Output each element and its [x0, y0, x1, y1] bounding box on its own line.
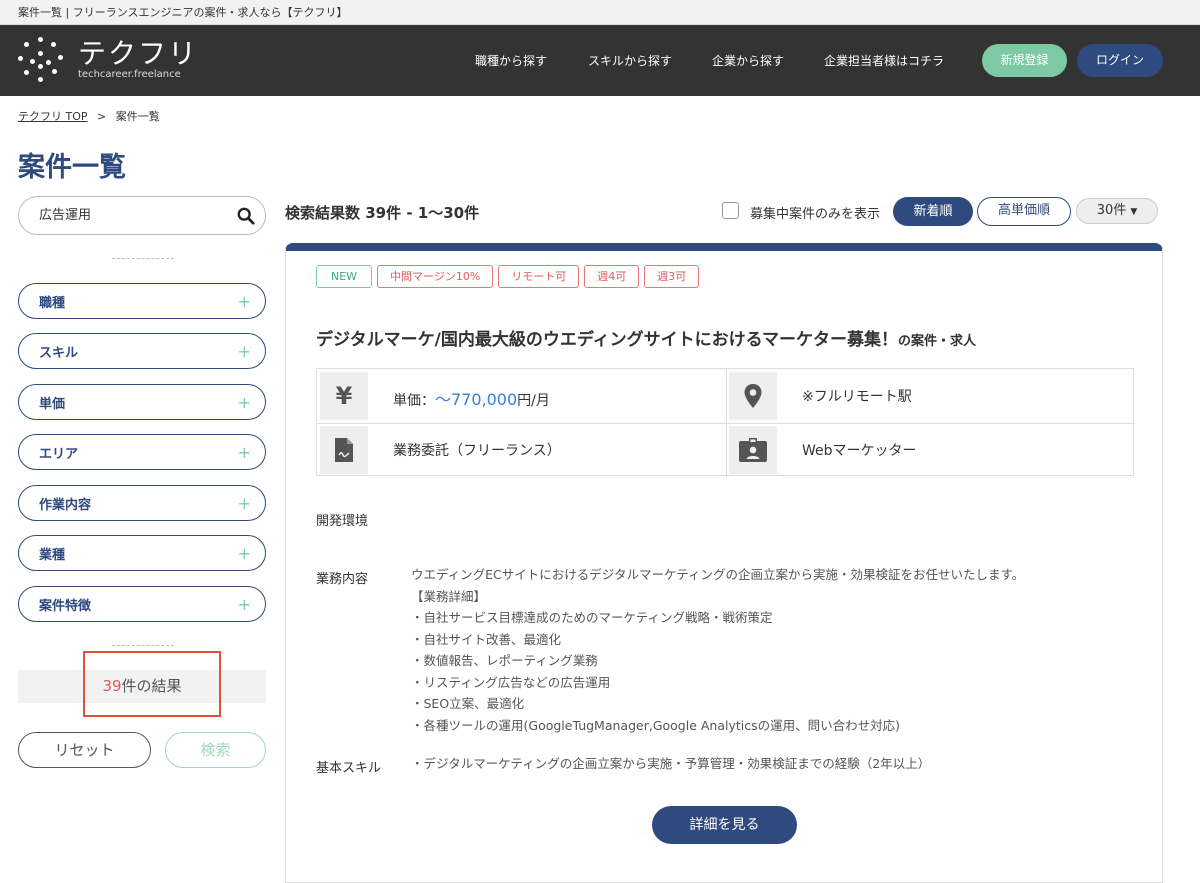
plus-icon: +	[237, 543, 251, 563]
page-title: 案件一覧	[18, 152, 126, 183]
filter-skill[interactable]: スキル +	[18, 333, 266, 369]
yen-icon: ¥	[320, 372, 368, 420]
filter-industry[interactable]: 業種 +	[18, 535, 266, 571]
role-cell: Webマーケッター	[726, 423, 1135, 477]
tag-4days: 週4可	[584, 265, 640, 288]
job-title-suffix: の案件・求人	[898, 334, 977, 349]
search-icon[interactable]	[237, 207, 255, 225]
work-line: ・自社サイト改善、最適化	[411, 631, 562, 647]
job-title-text: デジタルマーケ/国内最大級のウエディングサイトにおけるマーケター募集！	[316, 330, 898, 350]
keyword-search-input[interactable]	[39, 206, 229, 221]
work-line: ・SEO立案、最適化	[411, 696, 525, 711]
breadcrumb: テクフリ TOP > 案件一覧	[18, 108, 160, 124]
work-line: ・各種ツールの運用(GoogleTugManager,Google Analyt…	[411, 717, 901, 733]
work-line: ・数値報告、レポーティング業務	[411, 653, 598, 668]
plus-icon: +	[237, 291, 251, 311]
per-page-select[interactable]: 30件 ▼	[1076, 198, 1158, 224]
filter-area[interactable]: エリア +	[18, 434, 266, 470]
contract-cell: 業務委託（フリーランス）	[317, 423, 726, 477]
basic-skill-label: 基本スキル	[316, 761, 382, 776]
filter-label: 業種	[39, 547, 66, 563]
work-line: ・リスティング広告などの広告運用	[411, 674, 611, 690]
price-cell: ¥ 単価：〜770,000円/月	[317, 369, 726, 423]
browser-tab-title: 案件一覧 | フリーランスエンジニアの案件・求人なら【テクフリ】	[0, 0, 1200, 25]
filter-label: 単価	[39, 396, 66, 412]
plus-icon: +	[237, 442, 251, 462]
job-summary-table: ¥ 単価：〜770,000円/月 ※フルリモート駅 業務委託（フリーランス） W…	[316, 368, 1135, 477]
work-line: 【業務詳細】	[411, 588, 487, 604]
filter-job-type[interactable]: 職種 +	[18, 283, 266, 319]
login-button[interactable]: ログイン	[1077, 44, 1163, 77]
location-pin-icon	[729, 372, 777, 420]
per-page-value: 30件	[1096, 203, 1127, 218]
breadcrumb-separator: >	[97, 110, 107, 123]
caret-down-icon: ▼	[1130, 207, 1138, 217]
divider	[112, 258, 174, 259]
document-icon	[320, 426, 368, 474]
job-title[interactable]: デジタルマーケ/国内最大級のウエディングサイトにおけるマーケター募集！の案件・求…	[316, 325, 976, 350]
station-cell: ※フルリモート駅	[726, 369, 1135, 423]
job-card: NEW 中間マージン10% リモート可 週4可 週3可 デジタルマーケ/国内最大…	[285, 243, 1163, 883]
site-header: テクフリ techcareer.freelance 職種から探す スキルから探す…	[0, 25, 1200, 96]
signup-button[interactable]: 新規登録	[982, 44, 1067, 77]
id-badge-icon	[729, 426, 777, 474]
plus-icon: +	[237, 594, 251, 614]
station-text: ※フルリモート駅	[802, 389, 912, 405]
work-line: ・自社サービス目標達成のためのマーケティング戦略・戦術策定	[411, 610, 773, 625]
search-result-count: 検索結果数 39件 - 1〜30件	[285, 204, 480, 222]
filter-label: エリア	[39, 446, 79, 462]
sort-newest-button[interactable]: 新着順	[893, 197, 973, 226]
dev-env-label: 開発環境	[316, 514, 369, 529]
price-prefix: 単価：	[393, 393, 435, 409]
tag-remote: リモート可	[498, 265, 580, 288]
basic-skill-text: ・デジタルマーケティングの企画立案から実施・予算管理・効果検証までの経験（2年以…	[411, 756, 931, 771]
job-tags: NEW 中間マージン10% リモート可 週4可 週3可	[316, 265, 704, 288]
filter-label: スキル	[39, 345, 79, 361]
filter-price[interactable]: 単価 +	[18, 384, 266, 420]
breadcrumb-top-link[interactable]: テクフリ TOP	[18, 110, 88, 123]
view-detail-button[interactable]: 詳細を見る	[652, 806, 797, 844]
sort-price-button[interactable]: 高単価順	[977, 197, 1071, 226]
nav-skill[interactable]: スキルから探す	[588, 52, 672, 69]
keyword-search-box	[18, 196, 266, 235]
plus-icon: +	[237, 341, 251, 361]
filter-work-content[interactable]: 作業内容 +	[18, 485, 266, 521]
role-text: Webマーケッター	[802, 443, 917, 459]
filter-label: 作業内容	[39, 497, 92, 513]
tag-3days: 週3可	[644, 265, 700, 288]
only-open-label[interactable]: 募集中案件のみを表示	[750, 203, 880, 222]
plus-icon: +	[237, 392, 251, 412]
tag-new: NEW	[316, 265, 373, 288]
price-value: 〜770,000	[435, 390, 518, 409]
filter-label: 案件特徴	[39, 598, 92, 614]
annotation-highlight-box	[83, 651, 221, 717]
divider	[112, 645, 174, 646]
price-unit: 円/月	[517, 393, 550, 409]
filter-label: 職種	[39, 295, 66, 311]
reset-button[interactable]: リセット	[18, 732, 151, 768]
nav-for-companies[interactable]: 企業担当者様はコチラ	[824, 52, 944, 69]
breadcrumb-current: 案件一覧	[115, 110, 160, 123]
nav-job-type[interactable]: 職種から探す	[475, 52, 547, 69]
filter-features[interactable]: 案件特徴 +	[18, 586, 266, 622]
contract-text: 業務委託（フリーランス）	[393, 443, 561, 459]
work-content-body: ウエディングECサイトにおけるデジタルマーケティングの企画立案から実施・効果検証…	[411, 564, 1024, 736]
plus-icon: +	[237, 493, 251, 513]
nav-company[interactable]: 企業から探す	[712, 52, 784, 69]
work-content-label: 業務内容	[316, 572, 369, 587]
search-button[interactable]: 検索	[165, 732, 266, 768]
work-line: ウエディングECサイトにおけるデジタルマーケティングの企画立案から実施・効果検証…	[411, 567, 1025, 582]
only-open-checkbox[interactable]	[722, 202, 739, 219]
tag-margin: 中間マージン10%	[377, 265, 494, 288]
